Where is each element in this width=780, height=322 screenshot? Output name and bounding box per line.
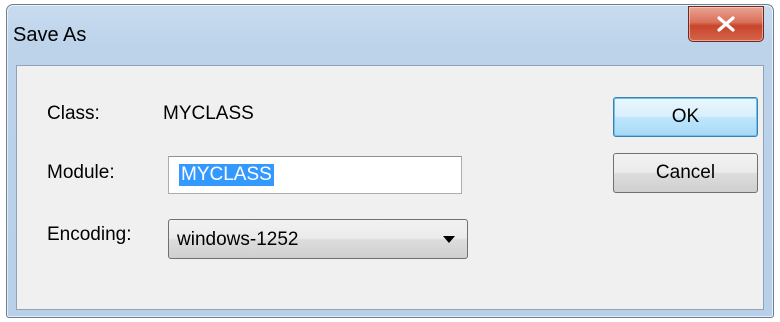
close-icon: [717, 16, 735, 32]
encoding-select[interactable]: windows-1252: [168, 219, 468, 259]
window-title: Save As: [13, 24, 87, 46]
class-label: Class:: [47, 103, 100, 124]
chevron-down-icon: [443, 236, 455, 243]
close-button[interactable]: [688, 6, 764, 42]
module-label: Module:: [47, 162, 115, 183]
module-input[interactable]: MYCLASS: [168, 156, 462, 194]
cancel-button[interactable]: Cancel: [613, 153, 758, 193]
encoding-label: Encoding:: [47, 224, 132, 245]
module-input-value: MYCLASS: [179, 164, 274, 186]
ok-button[interactable]: OK: [613, 97, 758, 137]
dialog-body: Class: MYCLASS Module: MYCLASS Encoding:…: [16, 65, 764, 310]
class-value: MYCLASS: [163, 103, 254, 124]
save-as-dialog: Save As Class: MYCLASS Module: MYCLASS E…: [6, 4, 774, 318]
encoding-selected-value: windows-1252: [177, 229, 299, 250]
